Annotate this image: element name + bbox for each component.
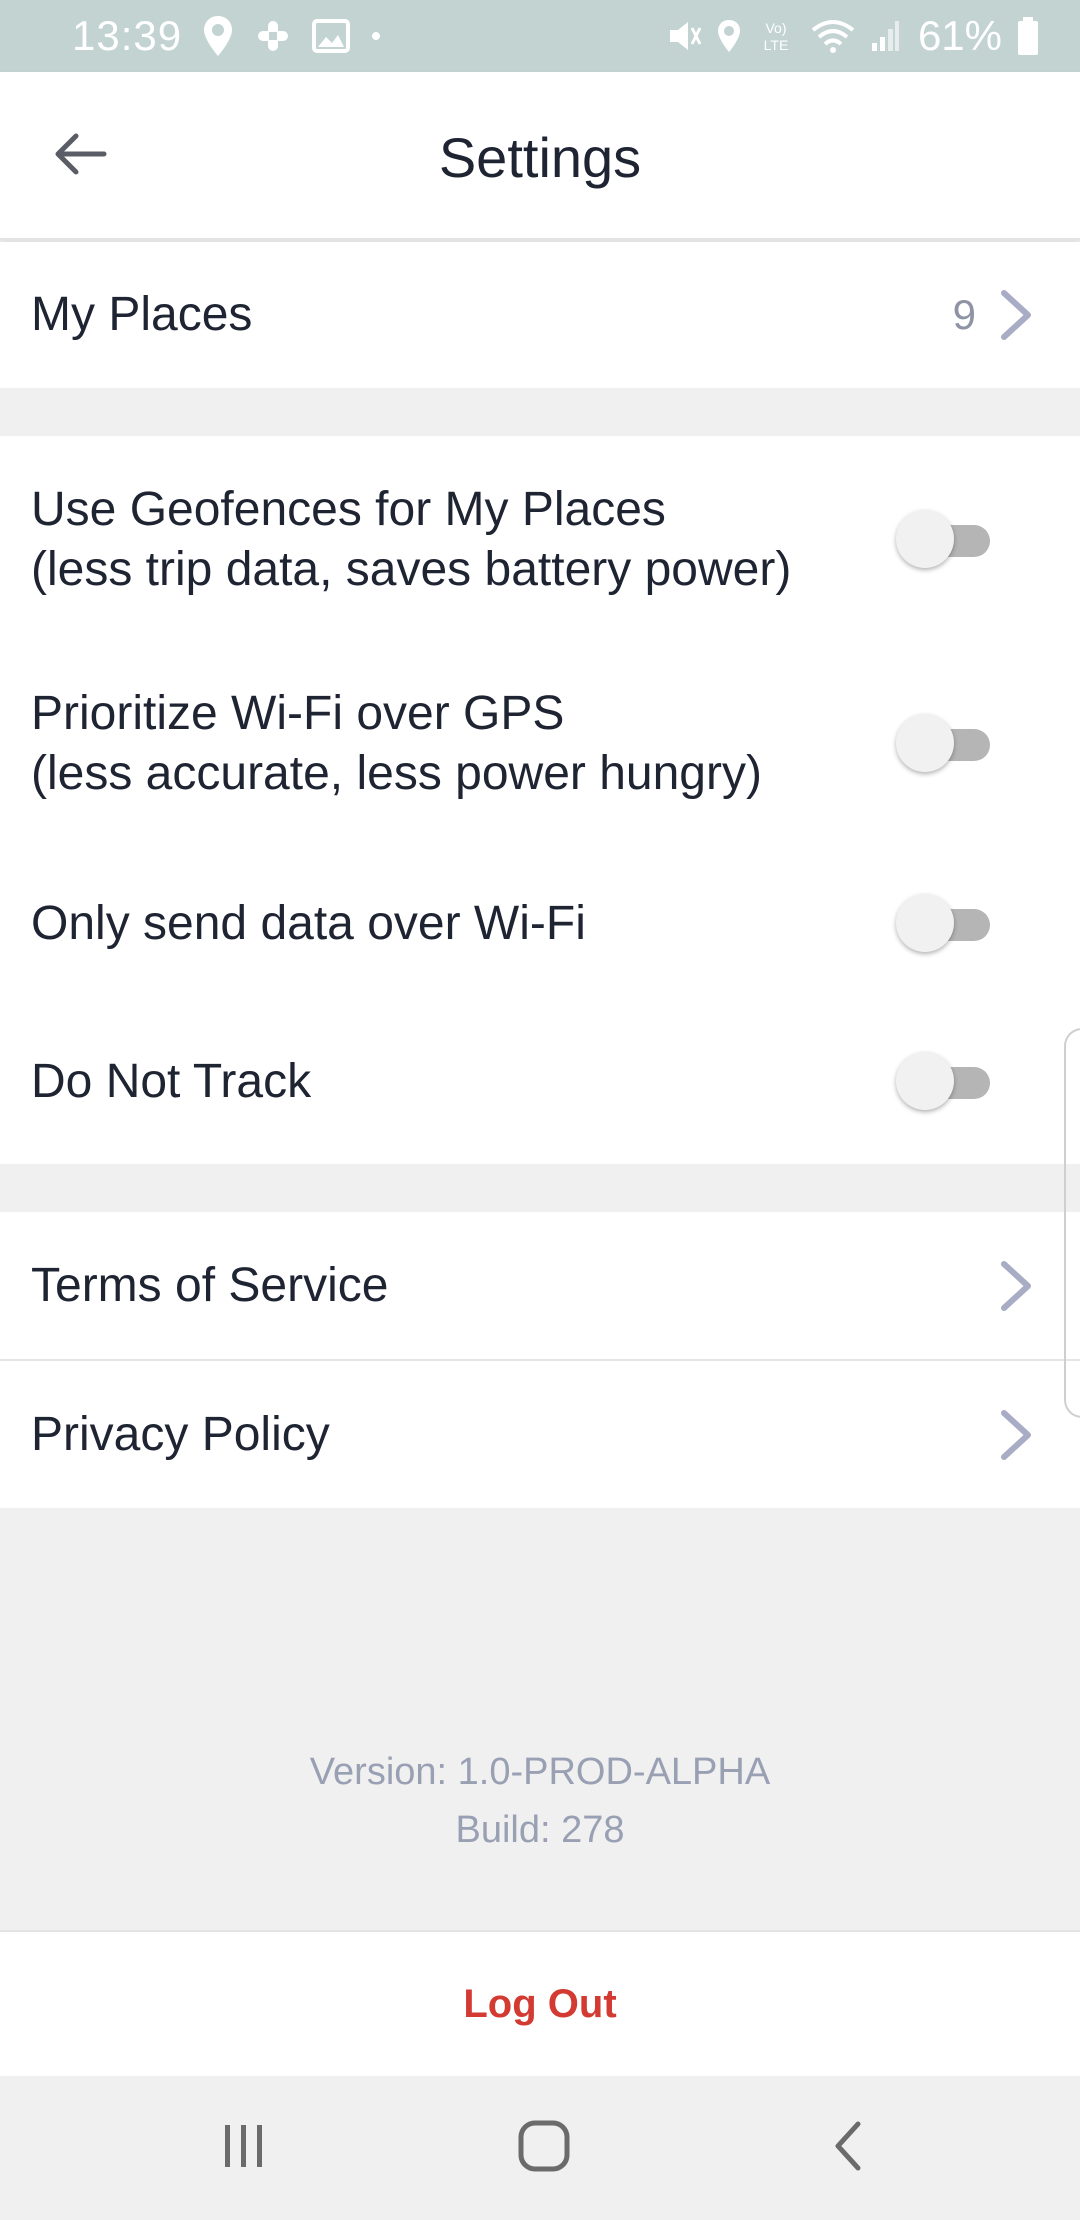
slack-icon <box>254 17 292 55</box>
toggle-row-geofences: Use Geofences for My Places (less trip d… <box>0 476 1080 604</box>
app-bar: Settings <box>0 72 1080 240</box>
privacy-policy-row[interactable]: Privacy Policy <box>0 1361 1080 1508</box>
home-icon <box>516 2118 572 2179</box>
terms-of-service-row[interactable]: Terms of Service <box>0 1212 1080 1359</box>
home-button[interactable] <box>504 2108 584 2188</box>
my-places-label: My Places <box>31 288 253 341</box>
toggle-row-do-not-track: Do Not Track <box>0 1040 1080 1124</box>
chevron-right-icon <box>998 287 1034 343</box>
system-nav-bar <box>0 2076 1080 2220</box>
status-left: 13:39 <box>72 12 382 60</box>
my-places-section: My Places 9 <box>0 242 1080 388</box>
geofences-sublabel: (less trip data, saves battery power) <box>31 543 792 596</box>
toggle-thumb <box>896 1052 954 1110</box>
wifi-icon <box>810 18 856 54</box>
wifi-over-gps-label: Prioritize Wi-Fi over GPS <box>31 687 565 740</box>
toggle-thumb <box>896 510 954 568</box>
toggle-row-wifi-over-gps: Prioritize Wi-Fi over GPS (less accurate… <box>0 680 1080 808</box>
location-icon <box>202 14 234 58</box>
status-right: Vo) LTE 61% <box>666 12 1040 60</box>
notification-dot-icon <box>370 30 382 42</box>
chevron-right-icon <box>998 1258 1034 1314</box>
terms-of-service-label: Terms of Service <box>31 1258 389 1312</box>
do-not-track-toggle[interactable] <box>896 1051 992 1113</box>
toggle-thumb <box>896 894 954 952</box>
logout-label: Log Out <box>463 1981 617 2026</box>
recents-icon <box>219 2121 269 2176</box>
back-icon <box>828 2118 868 2179</box>
location-small-icon <box>716 18 742 54</box>
my-places-row[interactable]: My Places 9 <box>0 242 1080 388</box>
mute-icon <box>666 18 702 54</box>
edge-panel-handle[interactable] <box>1064 1028 1080 1418</box>
geofences-text: Use Geofences for My Places (less trip d… <box>31 480 791 600</box>
status-bar: 13:39 Vo) LTE 61% <box>0 0 1080 72</box>
toggle-thumb <box>896 714 954 772</box>
battery-percent: 61% <box>917 12 1002 59</box>
wifi-only-label: Only send data over Wi-Fi <box>31 897 586 950</box>
svg-text:Vo): Vo) <box>765 20 786 36</box>
preferences-section: Use Geofences for My Places (less trip d… <box>0 436 1080 1164</box>
privacy-policy-label: Privacy Policy <box>31 1407 330 1461</box>
do-not-track-label: Do Not Track <box>31 1055 312 1108</box>
wifi-over-gps-text: Prioritize Wi-Fi over GPS (less accurate… <box>31 684 762 804</box>
build-text: Build: 278 <box>455 1809 625 1851</box>
svg-text:LTE: LTE <box>764 37 789 53</box>
my-places-count: 9 <box>952 291 976 338</box>
system-back-button[interactable] <box>808 2108 888 2188</box>
version-text: Version: 1.0-PROD-ALPHA <box>309 1751 771 1793</box>
legal-section: Terms of Service Privacy Policy <box>0 1212 1080 1508</box>
volte-icon: Vo) LTE <box>756 16 796 56</box>
chevron-right-icon <box>998 1407 1034 1463</box>
recents-button[interactable] <box>204 2108 284 2188</box>
geofences-toggle[interactable] <box>896 509 992 571</box>
logout-button[interactable]: Log Out <box>0 1930 1080 2076</box>
signal-icon <box>870 19 900 53</box>
battery-icon <box>1016 16 1040 56</box>
page-title: Settings <box>438 126 642 189</box>
wifi-over-gps-toggle[interactable] <box>896 713 992 775</box>
image-icon <box>312 19 351 53</box>
status-time: 13:39 <box>72 12 183 59</box>
geofences-label: Use Geofences for My Places <box>31 483 666 536</box>
wifi-over-gps-sublabel: (less accurate, less power hungry) <box>31 747 762 800</box>
toggle-row-wifi-only: Only send data over Wi-Fi <box>0 882 1080 966</box>
wifi-only-toggle[interactable] <box>896 893 992 955</box>
